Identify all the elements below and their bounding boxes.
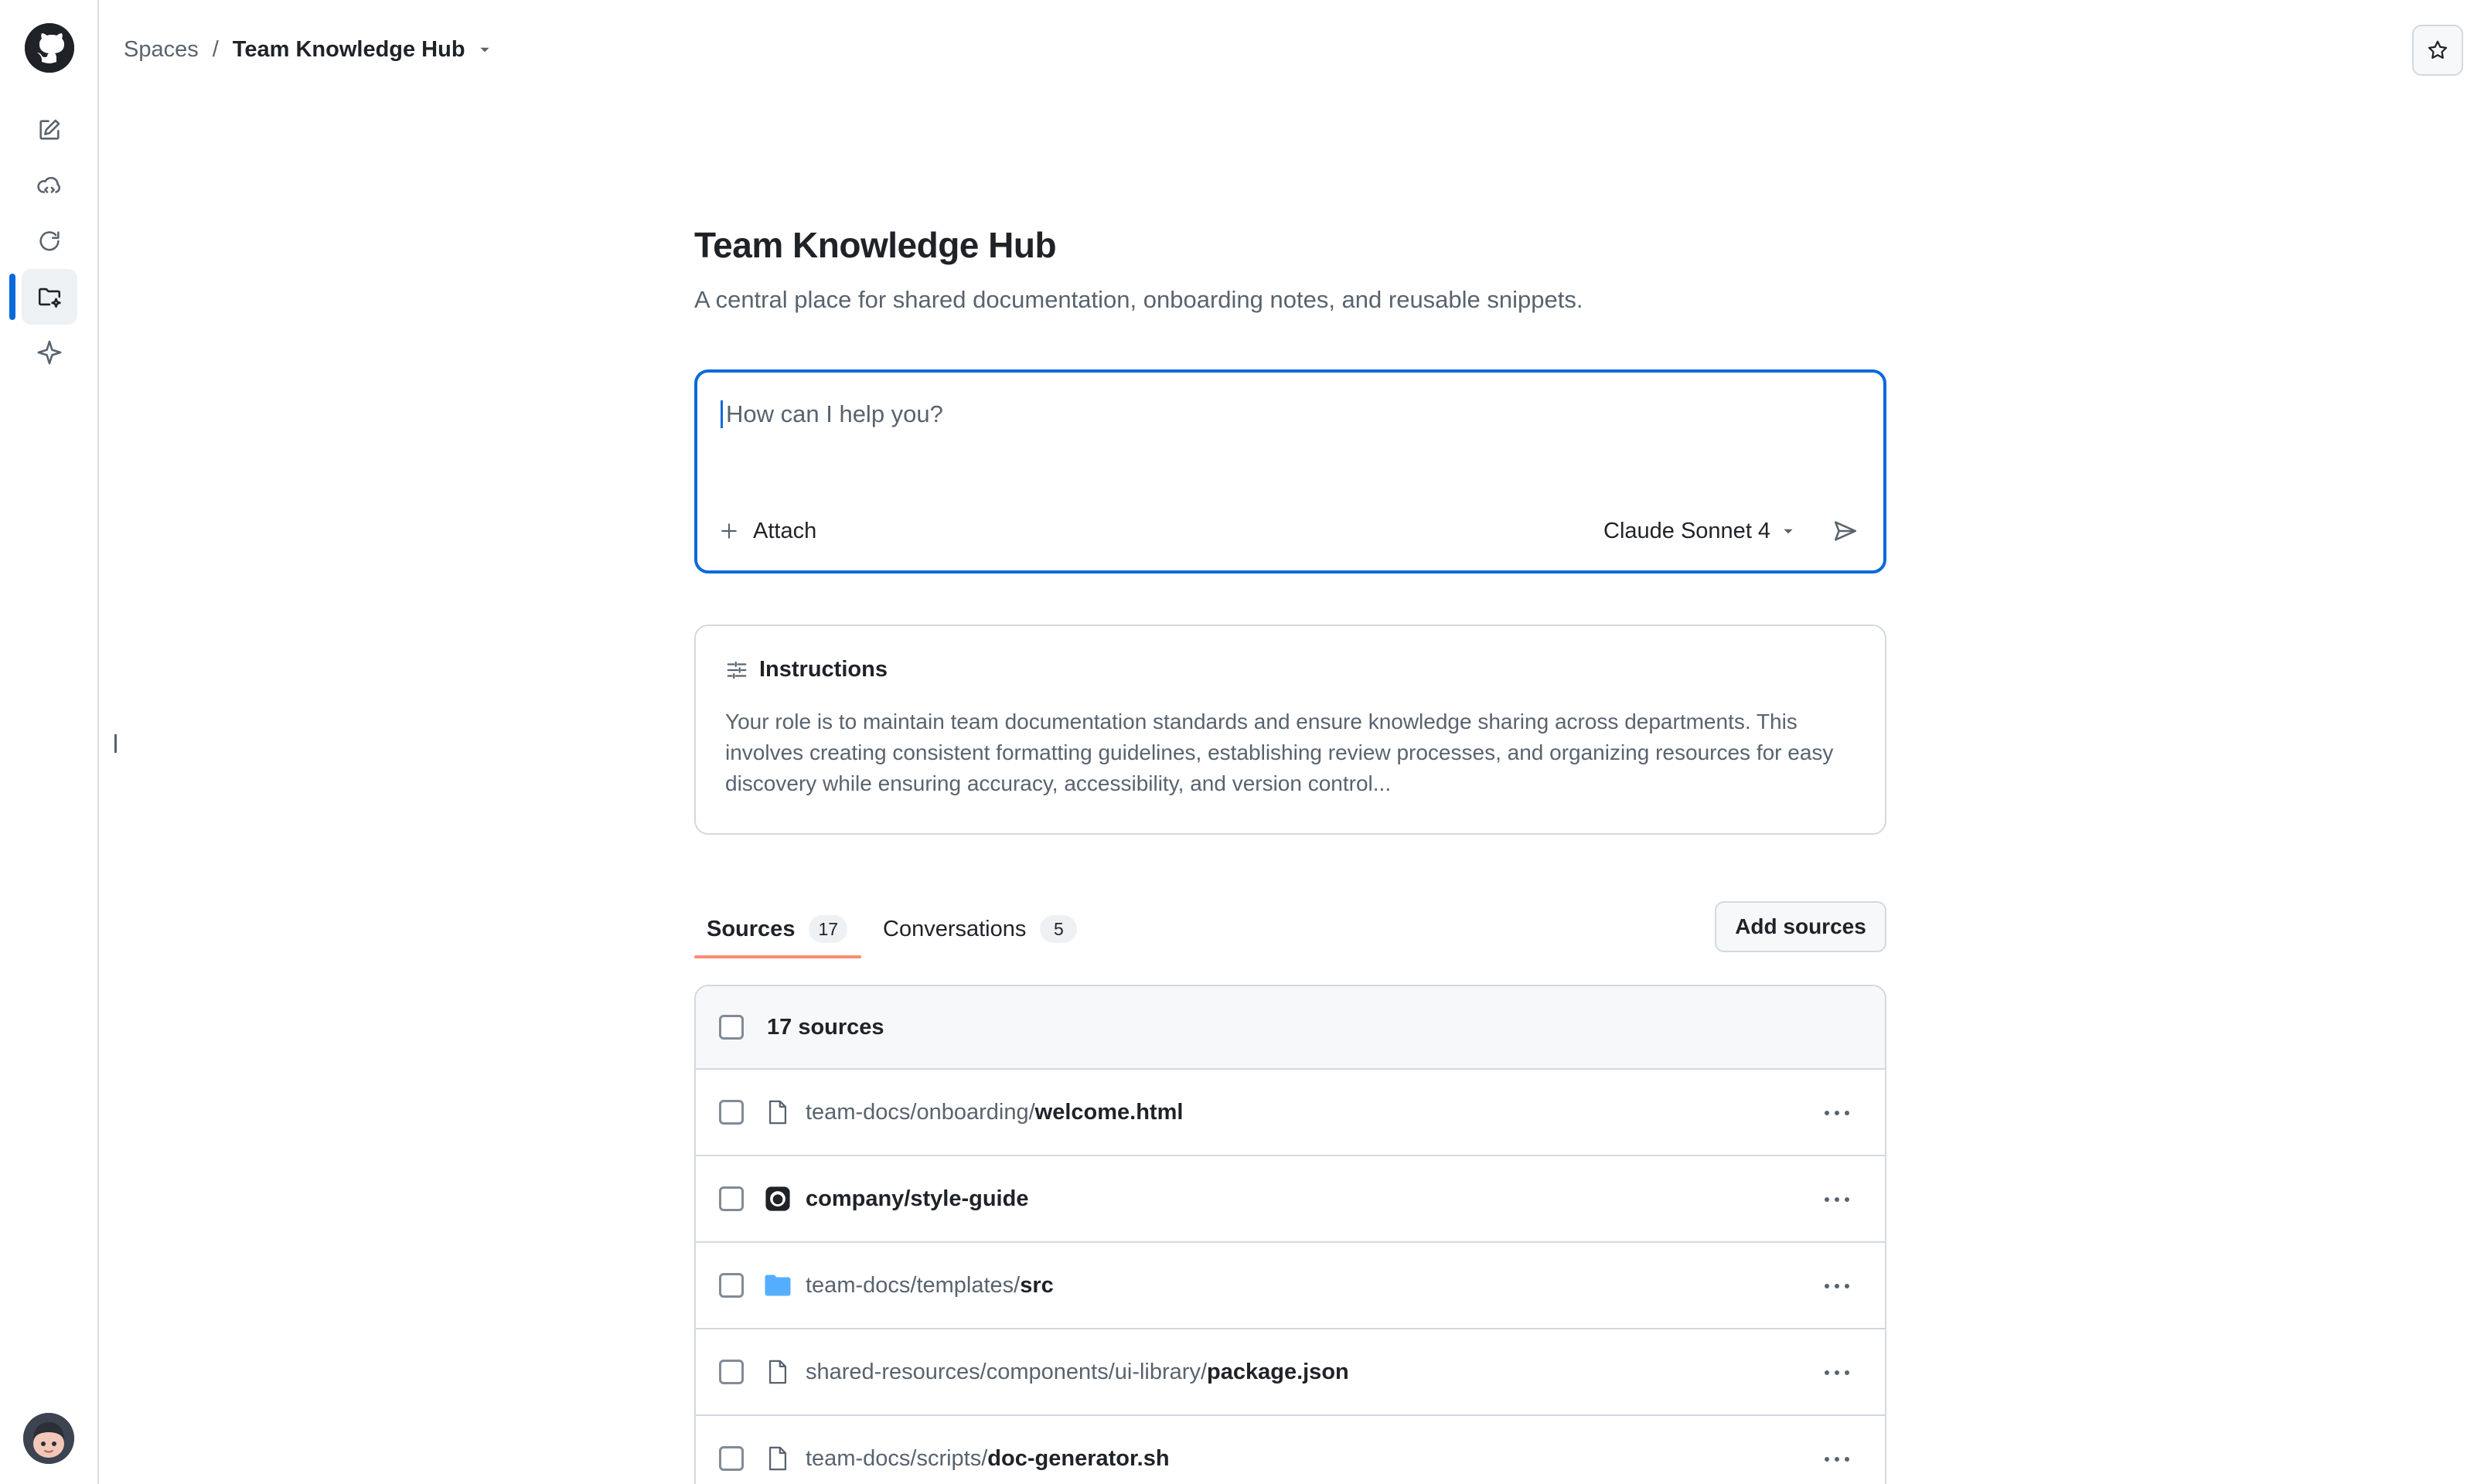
model-label: Claude Sonnet 4 <box>1603 518 1771 543</box>
instructions-header: Instructions <box>725 657 888 682</box>
caret-down-icon <box>1784 529 1793 534</box>
breadcrumb: Spaces / Team Knowledge Hub <box>124 34 492 65</box>
more-options-icon[interactable] <box>1817 1439 1857 1479</box>
source-row[interactable]: team-docs/scripts/doc-generator.sh <box>696 1416 1885 1484</box>
file-icon <box>762 1097 793 1128</box>
more-options-icon[interactable] <box>1817 1353 1857 1393</box>
caret-down-icon[interactable] <box>478 43 492 56</box>
refresh-icon[interactable] <box>22 213 77 269</box>
cloud-agent-icon[interactable] <box>22 158 77 213</box>
copilot-sparkle-icon[interactable] <box>22 325 77 380</box>
tab-sources-count: 17 <box>809 915 848 943</box>
file-icon <box>762 1356 793 1387</box>
sources-list: 17 sources team-docs/onboarding/welcome.… <box>694 985 1886 1484</box>
page-description: A central place for shared documentation… <box>694 286 1583 313</box>
source-name: src <box>1020 1272 1054 1298</box>
more-options-icon[interactable] <box>1817 1179 1857 1220</box>
source-row[interactable]: team-docs/onboarding/welcome.html <box>696 1070 1885 1156</box>
breadcrumb-current-space[interactable]: Team Knowledge Hub <box>233 37 465 63</box>
instructions-title: Instructions <box>759 657 888 682</box>
row-checkbox[interactable] <box>719 1360 744 1384</box>
active-tab-underline <box>694 955 861 958</box>
tab-conversations[interactable]: Conversations 5 <box>883 901 1078 957</box>
github-logo-icon[interactable] <box>25 23 74 73</box>
active-indicator <box>9 274 15 320</box>
text-cursor <box>114 734 117 753</box>
folder-icon <box>762 1270 793 1301</box>
breadcrumb-separator: / <box>212 36 219 62</box>
file-icon <box>762 1443 793 1474</box>
source-name: company/style-guide <box>806 1186 1029 1211</box>
source-row[interactable]: company/style-guide <box>696 1156 1885 1243</box>
select-all-checkbox[interactable] <box>719 1015 744 1040</box>
app-window: Spaces / Team Knowledge Hub Team Knowled… <box>0 0 2474 1484</box>
sources-list-header: 17 sources <box>696 986 1885 1070</box>
new-chat-icon[interactable] <box>22 102 77 158</box>
row-checkbox[interactable] <box>719 1273 744 1298</box>
source-name: doc-generator.sh <box>987 1445 1170 1471</box>
plus-icon <box>721 523 737 539</box>
tab-conversations-count: 5 <box>1040 915 1078 943</box>
repo-icon <box>762 1183 793 1214</box>
send-icon <box>1834 521 1857 541</box>
source-row[interactable]: shared-resources/components/ui-library/p… <box>696 1329 1885 1416</box>
source-path: team-docs/templates/ <box>806 1272 1021 1298</box>
user-avatar[interactable] <box>23 1413 74 1464</box>
star-button[interactable] <box>2412 25 2463 76</box>
source-path: team-docs/scripts/ <box>806 1445 988 1471</box>
page-title: Team Knowledge Hub <box>694 225 1057 265</box>
sliders-icon <box>727 661 747 679</box>
tab-sources-label: Sources <box>707 916 796 941</box>
source-row[interactable]: team-docs/templates/src <box>696 1243 1885 1329</box>
chat-composer[interactable]: How can I help you? Attach Claude Sonnet… <box>694 369 1886 574</box>
row-checkbox[interactable] <box>719 1186 744 1211</box>
source-name: package.json <box>1207 1359 1349 1384</box>
tab-conversations-label: Conversations <box>883 916 1027 941</box>
row-checkbox[interactable] <box>719 1100 744 1125</box>
sources-count-label: 17 sources <box>767 1014 884 1040</box>
breadcrumb-spaces-link[interactable]: Spaces <box>124 37 199 63</box>
more-options-icon[interactable] <box>1817 1093 1857 1133</box>
tab-bar: Sources 17 Conversations 5 Add sources <box>694 901 1886 960</box>
attach-button[interactable]: Attach <box>719 512 816 550</box>
more-options-icon[interactable] <box>1817 1266 1857 1306</box>
source-path: team-docs/onboarding/ <box>806 1099 1035 1125</box>
left-rail <box>0 0 99 1484</box>
model-picker[interactable]: Claude Sonnet 4 <box>1603 512 1795 550</box>
tab-sources[interactable]: Sources 17 <box>707 901 848 957</box>
spaces-icon[interactable] <box>22 269 77 325</box>
send-button[interactable] <box>1826 512 1865 550</box>
attach-label: Attach <box>753 518 817 543</box>
instructions-body: Your role is to maintain team documentat… <box>725 710 1834 795</box>
row-checkbox[interactable] <box>719 1446 744 1471</box>
chat-input[interactable]: How can I help you? <box>721 400 943 428</box>
add-sources-button[interactable]: Add sources <box>1715 901 1886 952</box>
source-path: shared-resources/components/ui-library/ <box>806 1359 1207 1384</box>
instructions-card[interactable]: Instructions Your role is to maintain te… <box>694 625 1886 835</box>
source-name: welcome.html <box>1034 1099 1184 1125</box>
star-icon <box>2428 40 2448 59</box>
